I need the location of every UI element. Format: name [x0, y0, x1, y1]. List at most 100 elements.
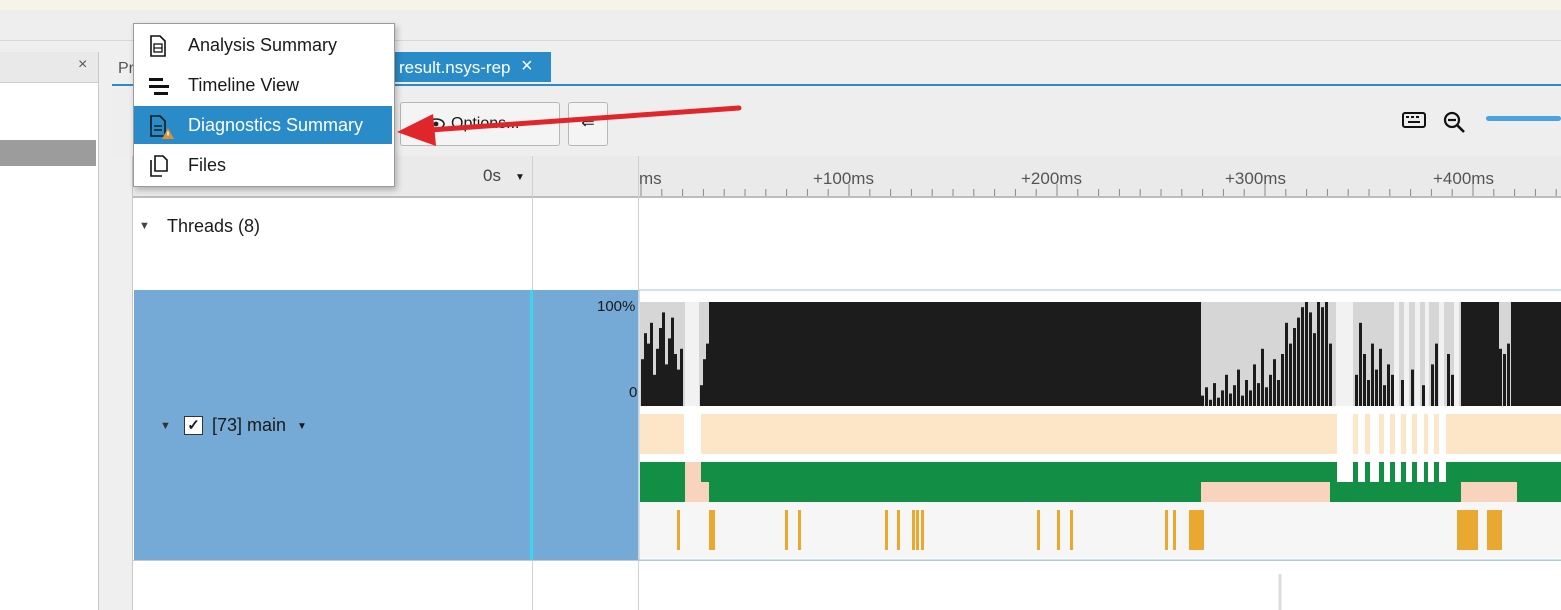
- ruler-tick-label: +100ms: [813, 169, 874, 188]
- cpu-bar: [1379, 348, 1382, 406]
- close-icon[interactable]: ×: [521, 55, 533, 78]
- cpu-bar: [1245, 380, 1248, 406]
- timeline-graph[interactable]: ms +100ms +200ms +300ms +400ms: [639, 156, 1561, 610]
- cpu-bar: [1461, 302, 1499, 406]
- api-call-mark: [1192, 510, 1195, 550]
- api-call-mark: [1469, 510, 1472, 550]
- cpu-bar: [1355, 374, 1358, 406]
- chevron-down-icon[interactable]: ▼: [139, 220, 150, 232]
- api-call-mark: [1475, 510, 1478, 550]
- cpu-bar: [1503, 354, 1506, 406]
- menu-item-analysis-summary[interactable]: Analysis Summary: [134, 26, 392, 64]
- cpu-bar: [1293, 328, 1296, 406]
- cpu-bar: [680, 348, 683, 406]
- diagnostics-warning-icon: [150, 115, 174, 139]
- cpu-bar: [1431, 364, 1434, 406]
- cpu-bar: [641, 359, 644, 406]
- close-icon[interactable]: ×: [78, 56, 87, 74]
- menu-item-label: Diagnostics Summary: [188, 115, 364, 135]
- cpu-bar: [1305, 302, 1308, 406]
- timeline-view: 0s ▼ ▼ Threads (8) ▼ ✓ [73] main ▼ 100% …: [132, 156, 1561, 610]
- api-call-mark: [1463, 510, 1466, 550]
- api-call-mark: [1198, 510, 1201, 550]
- keyboard-icon[interactable]: [1402, 112, 1426, 128]
- cpu-bar: [1325, 302, 1328, 406]
- api-call-mark: [897, 510, 900, 550]
- chevron-down-icon[interactable]: ▼: [297, 421, 307, 432]
- project-explorer-panel: ×: [0, 52, 99, 610]
- cpu-bar: [1422, 385, 1425, 406]
- tab-project[interactable]: Pr: [118, 60, 134, 78]
- thread-state-running: [701, 462, 1337, 482]
- api-call-mark: [885, 510, 888, 550]
- cpu-bar: [662, 312, 665, 406]
- back-button[interactable]: ⇐: [568, 102, 608, 146]
- os-runtime-block: [1412, 414, 1417, 454]
- report-icon: [150, 35, 166, 57]
- options-button[interactable]: Options...: [400, 102, 560, 146]
- os-runtime-block: [701, 414, 1337, 454]
- menu-item-diagnostics-summary[interactable]: Diagnostics Summary: [134, 106, 392, 144]
- os-runtime-block: [1390, 414, 1395, 454]
- threads-group-label: Threads (8): [167, 216, 261, 236]
- thread-name: [73] main: [212, 415, 287, 435]
- cpu-bar: [665, 364, 668, 406]
- thread-row-selected[interactable]: ▼ ✓ [73] main ▼: [134, 290, 531, 560]
- ruler-tick-label: +200ms: [1021, 169, 1082, 188]
- cpu-bar: [1499, 348, 1502, 406]
- os-runtime-block: [1446, 414, 1561, 454]
- os-runtime-block: [1353, 414, 1358, 454]
- cpu-bar: [700, 385, 703, 406]
- cpu-bar: [709, 302, 1201, 406]
- cpu-bar: [1281, 354, 1284, 406]
- thread-state-running: [1434, 462, 1439, 482]
- cpu-bar: [1285, 322, 1288, 406]
- menu-item-timeline-view[interactable]: Timeline View: [134, 66, 392, 104]
- zoom-out-icon[interactable]: [1442, 110, 1466, 134]
- api-call-mark: [1057, 510, 1060, 550]
- cpu-bar: [1289, 343, 1292, 406]
- thread-state-running: [709, 482, 1201, 502]
- os-runtime-block: [640, 414, 684, 454]
- api-call-mark: [1472, 510, 1475, 550]
- os-runtime-block: [1365, 414, 1370, 454]
- project-item-selected[interactable]: [0, 140, 96, 166]
- timeline-icon: [149, 78, 169, 95]
- thread-state-running: [1390, 462, 1395, 482]
- chevron-down-icon[interactable]: ▼: [160, 420, 171, 432]
- api-call-mark: [712, 510, 715, 550]
- api-call-mark: [1165, 510, 1168, 550]
- cpu-bar: [706, 343, 709, 406]
- api-call-mark: [916, 510, 919, 550]
- chevron-down-icon[interactable]: ▼: [515, 172, 525, 183]
- api-call-mark: [1195, 510, 1198, 550]
- thread-checkbox[interactable]: ✓: [184, 416, 203, 435]
- thread-state-running: [1330, 482, 1461, 502]
- cpu-bar: [1297, 317, 1300, 406]
- cpu-bar: [1317, 302, 1320, 406]
- cpu-bar: [1363, 354, 1366, 406]
- api-call-mark: [1490, 510, 1493, 550]
- cpu-bar: [1265, 387, 1268, 406]
- cpu-bar: [1391, 374, 1394, 406]
- cpu-bar: [677, 369, 680, 406]
- ruler-labels: ms +100ms +200ms +300ms +400ms: [639, 169, 1494, 188]
- cpu-bar: [1321, 307, 1324, 406]
- cpu-bar: [1359, 322, 1362, 406]
- api-call-mark: [709, 510, 712, 550]
- cpu-bar: [1309, 312, 1312, 406]
- cpu-bar: [668, 338, 671, 406]
- zoom-slider[interactable]: [1486, 116, 1561, 121]
- thread-state-running: [640, 482, 685, 502]
- cpu-bar: [1253, 364, 1256, 406]
- files-icon: [150, 155, 168, 177]
- tab-result-report[interactable]: result.nsys-rep ×: [395, 52, 551, 82]
- cpu-bar: [1225, 374, 1228, 406]
- menu-item-files[interactable]: Files: [134, 146, 392, 184]
- resize-handle[interactable]: [530, 290, 533, 560]
- top-strip: [0, 0, 1561, 10]
- os-runtime-block: [1424, 414, 1428, 454]
- time-offset-label[interactable]: 0s: [483, 166, 501, 186]
- thread-row-selected-axis: [533, 290, 638, 560]
- cpu-bar: [659, 328, 662, 406]
